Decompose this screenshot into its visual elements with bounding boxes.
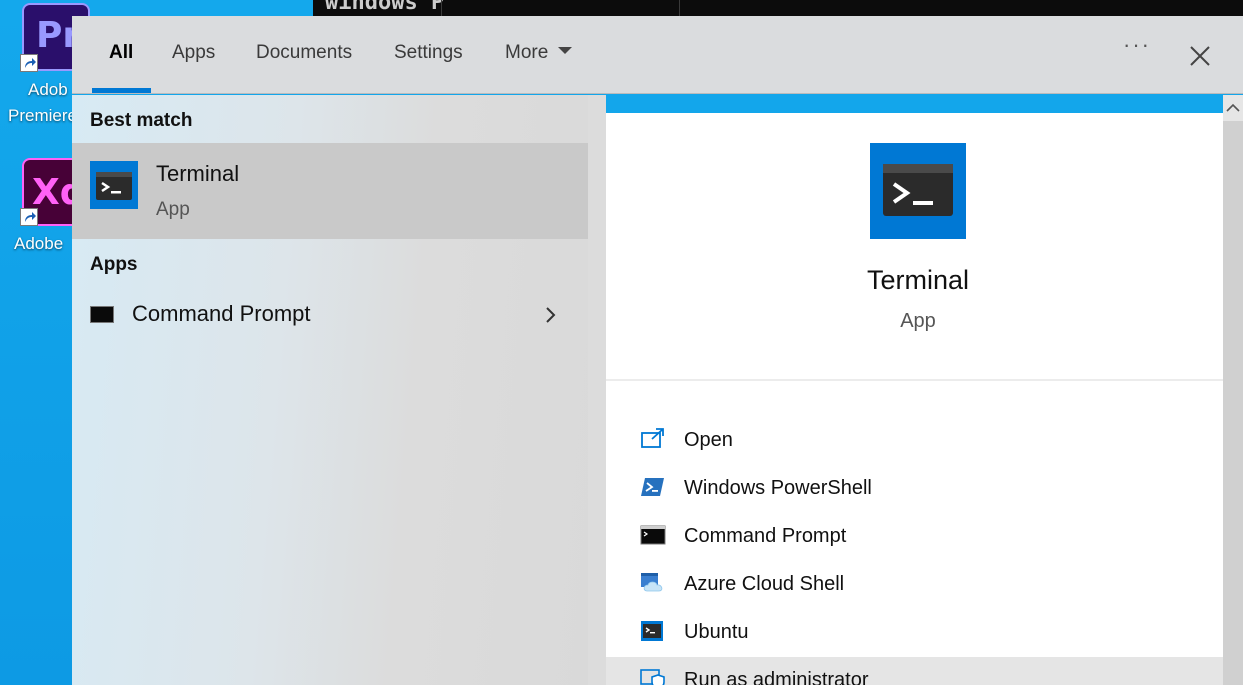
action-command-prompt[interactable]: Command Prompt — [606, 513, 1223, 560]
action-label: Open — [684, 429, 733, 451]
results-list: Best match Terminal App Apps Command Pro… — [72, 95, 588, 685]
background-terminal-window: windows P — [313, 0, 1243, 16]
terminal-icon — [870, 143, 966, 239]
desktop-icon-label: Adobe — [14, 234, 64, 253]
command-prompt-icon — [90, 306, 114, 323]
desktop-icon-label: Adob — [28, 80, 68, 99]
shield-icon — [640, 669, 665, 685]
tab-settings[interactable]: Settings — [394, 42, 463, 70]
action-label: Command Prompt — [684, 525, 847, 547]
chevron-up-icon — [1226, 103, 1240, 112]
ubuntu-icon — [641, 621, 663, 641]
action-open[interactable]: Open — [606, 417, 1223, 464]
action-ubuntu[interactable]: Ubuntu — [606, 609, 1223, 656]
action-label: Run as administrator — [684, 669, 869, 685]
best-match-heading: Best match — [90, 110, 193, 131]
tab-more-label: More — [505, 42, 549, 63]
app-name: Terminal — [866, 265, 970, 295]
open-icon — [641, 428, 664, 448]
scroll-up-button[interactable] — [1223, 95, 1243, 121]
app-type: App — [900, 310, 936, 332]
action-windows-powershell[interactable]: Windows PowerShell — [606, 465, 1223, 512]
details-pane: Terminal App Open Windows PowerShell Com… — [606, 113, 1223, 685]
divider — [679, 0, 680, 16]
close-button[interactable] — [1182, 38, 1218, 74]
terminal-text: windows P — [325, 0, 445, 15]
chevron-right-icon[interactable] — [538, 303, 562, 327]
desktop-icon-xd[interactable]: Xd Adobe — [0, 150, 90, 260]
shortcut-arrow-icon — [20, 54, 38, 72]
action-label: Azure Cloud Shell — [684, 573, 845, 595]
desktop-icon-label: Premiere — [8, 106, 77, 125]
azure-cloud-shell-icon — [641, 573, 663, 592]
shortcut-arrow-icon — [20, 208, 38, 226]
tab-documents[interactable]: Documents — [256, 42, 352, 70]
desktop-icon-premiere[interactable]: Pr Adob Premiere — [0, 0, 90, 130]
best-match-item[interactable]: Terminal App — [72, 143, 588, 239]
gutter — [588, 95, 606, 685]
divider — [606, 379, 1223, 381]
more-options-icon[interactable]: ··· — [1122, 32, 1152, 72]
best-match-name: Terminal — [156, 161, 240, 186]
action-label: Ubuntu — [684, 621, 749, 643]
action-azure-cloud-shell[interactable]: Azure Cloud Shell — [606, 561, 1223, 608]
caret-down-icon — [558, 47, 573, 55]
command-prompt-icon — [640, 525, 666, 545]
tab-more[interactable]: More — [505, 42, 573, 70]
search-panel: All Apps Documents Settings More ··· Bes… — [72, 16, 1243, 685]
list-item-label: Command Prompt — [132, 301, 311, 326]
divider — [441, 0, 442, 16]
tab-apps[interactable]: Apps — [172, 42, 215, 70]
search-tab-bar: All Apps Documents Settings More ··· — [72, 16, 1243, 94]
best-match-type: App — [156, 199, 190, 220]
tab-all[interactable]: All — [109, 42, 133, 70]
action-run-as-administrator[interactable]: Run as administrator — [606, 657, 1223, 685]
close-icon — [1190, 46, 1210, 66]
action-label: Windows PowerShell — [684, 477, 872, 499]
terminal-icon — [90, 161, 138, 209]
list-item[interactable]: Command Prompt — [72, 293, 588, 337]
apps-heading: Apps — [90, 254, 138, 275]
powershell-icon — [641, 478, 664, 496]
scrollbar[interactable] — [1223, 95, 1243, 685]
active-tab-indicator — [92, 88, 151, 93]
